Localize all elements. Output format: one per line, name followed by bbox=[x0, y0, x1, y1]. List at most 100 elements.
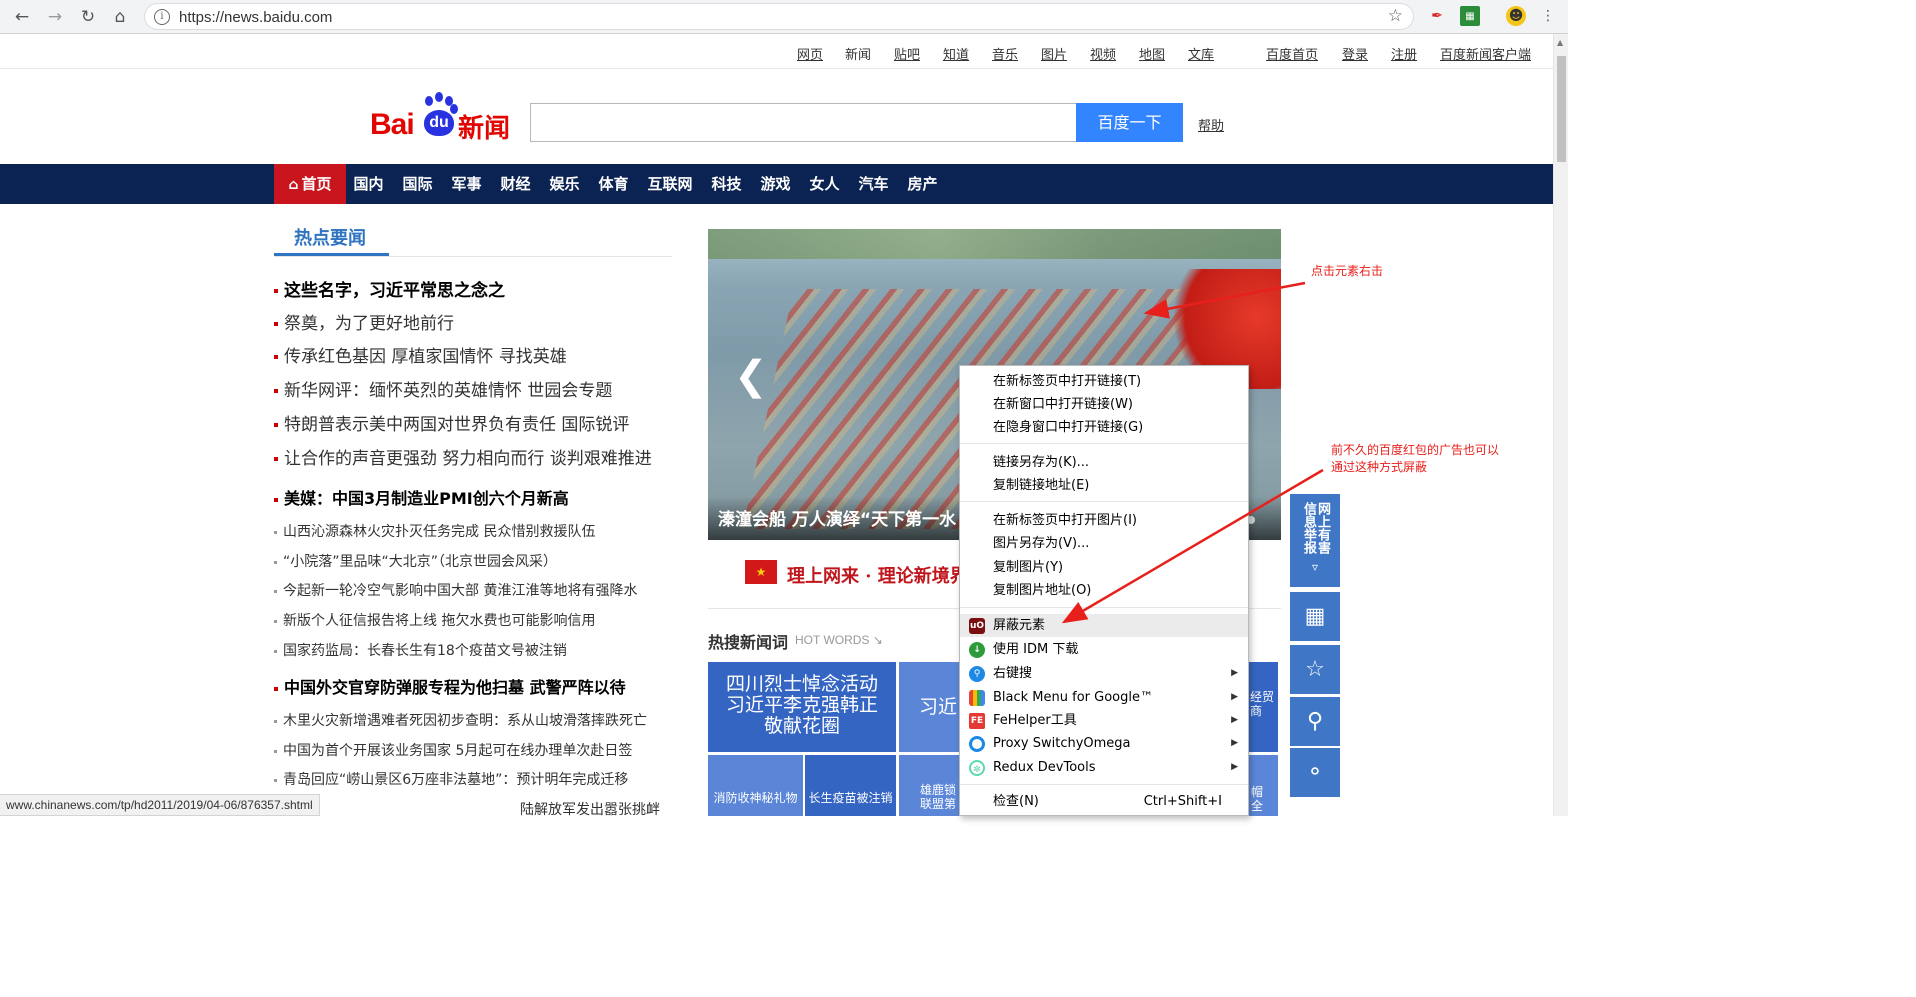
search-widget-button[interactable]: ⚲ bbox=[1290, 697, 1340, 746]
link-zhidao[interactable]: 知道 bbox=[943, 44, 969, 63]
carousel-caption[interactable]: 溱潼会船 万人演绎“天下第一水 bbox=[718, 505, 956, 530]
list-item-text[interactable]: 国家药监局：长春长生有18个疫苗文号被注销 bbox=[283, 643, 567, 659]
menu-item-proxy-switchyomega[interactable]: Proxy SwitchyOmega ▶ bbox=[960, 732, 1248, 755]
menu-item-open-incognito[interactable]: 在隐身窗口中打开链接(G) bbox=[960, 416, 1248, 439]
calendar-extension-icon[interactable]: ▦ bbox=[1460, 6, 1480, 26]
menu-item-idm-download[interactable]: ↓ 使用 IDM 下载 bbox=[960, 638, 1248, 661]
home-icon[interactable]: ⌂ bbox=[108, 5, 132, 29]
qr-code-button[interactable]: ▦ bbox=[1290, 592, 1340, 641]
link-music[interactable]: 音乐 bbox=[992, 44, 1018, 63]
link-baidu-home[interactable]: 百度首页 bbox=[1266, 44, 1318, 63]
menu-item-copy-image[interactable]: 复制图片(Y) bbox=[960, 556, 1248, 579]
menu-item-open-image-tab[interactable]: 在新标签页中打开图片(I) bbox=[960, 509, 1248, 532]
link-login[interactable]: 登录 bbox=[1342, 44, 1368, 63]
list-item[interactable]: 传承红色基因 厚植家国情怀 寻找英雄 bbox=[274, 342, 567, 367]
list-item-text[interactable]: 让合作的声音更强劲 努力相向而行 谈判艰难推进 bbox=[284, 449, 652, 469]
favorite-button[interactable]: ☆ bbox=[1290, 645, 1340, 694]
site-info-icon[interactable]: i bbox=[154, 9, 170, 25]
nav-item[interactable]: 国内 bbox=[346, 164, 391, 204]
list-item[interactable]: 特朗普表示美中两国对世界负有责任 国际锐评 bbox=[274, 410, 629, 435]
headline-text[interactable]: 中国外交官穿防弹服专程为他扫墓 武警严阵以待 bbox=[284, 678, 626, 697]
hot-word-tile[interactable]: 雄鹿锁 联盟第 bbox=[899, 755, 959, 816]
list-item[interactable]: 让合作的声音更强劲 努力相向而行 谈判艰难推进 bbox=[274, 444, 652, 469]
ticker-text[interactable]: 陆解放军发出嚣张挑衅 bbox=[520, 799, 660, 819]
list-item-text[interactable]: 青岛回应“崂山景区6万座非法墓地”：预计明年完成迁移 bbox=[283, 772, 628, 788]
menu-item-save-image[interactable]: 图片另存为(V)... bbox=[960, 532, 1248, 555]
scroll-up-icon[interactable]: ▲ bbox=[1557, 38, 1563, 47]
headline-text[interactable]: 这些名字，习近平常思之念之 bbox=[284, 281, 505, 301]
list-item-text[interactable]: 特朗普表示美中两国对世界负有责任 国际锐评 bbox=[284, 415, 629, 435]
menu-item-redux-devtools[interactable]: ✼ Redux DevTools ▶ bbox=[960, 756, 1248, 779]
profile-avatar-icon[interactable]: ☻ bbox=[1506, 6, 1526, 26]
scroll-thumb[interactable] bbox=[1557, 56, 1566, 162]
nav-item[interactable]: 互联网 bbox=[640, 164, 700, 204]
menu-item-open-new-tab[interactable]: 在新标签页中打开链接(T) bbox=[960, 370, 1248, 393]
forward-icon[interactable]: → bbox=[43, 5, 67, 29]
help-widget-button[interactable]: ⚬ bbox=[1290, 748, 1340, 797]
report-widget[interactable]: 网上有害信息举报 ▿ bbox=[1290, 494, 1340, 587]
list-item[interactable]: 青岛回应“崂山景区6万座非法墓地”：预计明年完成迁移 bbox=[274, 769, 628, 789]
list-item[interactable]: 今起新一轮冷空气影响中国大部 黄淮江淮等地将有强降水 bbox=[274, 580, 637, 600]
banner-text[interactable]: 理上网来 · 理论新境界 bbox=[787, 562, 968, 588]
nav-item[interactable]: 国际 bbox=[395, 164, 440, 204]
headline[interactable]: 美媒：中国3月制造业PMI创六个月新高 bbox=[274, 485, 569, 509]
menu-item-inspect[interactable]: 检查(N) Ctrl+Shift+I bbox=[960, 790, 1248, 813]
nav-item[interactable]: 科技 bbox=[704, 164, 749, 204]
headline[interactable]: 中国外交官穿防弹服专程为他扫墓 武警严阵以待 bbox=[274, 674, 626, 698]
list-item-text[interactable]: 传承红色基因 厚植家国情怀 寻找英雄 bbox=[284, 347, 567, 367]
menu-item-save-link[interactable]: 链接另存为(K)... bbox=[960, 451, 1248, 474]
list-item[interactable]: 中国为首个开展该业务国家 5月起可在线办理单次赴日签 bbox=[274, 740, 632, 760]
list-item[interactable]: 山西沁源森林火灾扑灭任务完成 民众惜别救援队伍 bbox=[274, 521, 595, 541]
back-icon[interactable]: ← bbox=[10, 5, 34, 29]
menu-item-copy-image-address[interactable]: 复制图片地址(O) bbox=[960, 579, 1248, 602]
nav-item[interactable]: 女人 bbox=[802, 164, 847, 204]
link-video[interactable]: 视频 bbox=[1090, 44, 1116, 63]
help-link[interactable]: 帮助 bbox=[1198, 115, 1224, 134]
list-item[interactable]: 新华网评：缅怀英烈的英雄情怀 世园会专题 bbox=[274, 376, 612, 401]
address-bar[interactable]: i https://news.baidu.com ☆ bbox=[144, 3, 1414, 30]
list-item[interactable]: “小院落”里品味“大北京”（北京世园会风采） bbox=[274, 551, 557, 571]
nav-item[interactable]: 房产 bbox=[900, 164, 945, 204]
nav-item[interactable]: 游戏 bbox=[753, 164, 798, 204]
hot-word-tile[interactable]: 长生疫苗被注销 bbox=[805, 755, 896, 816]
baidu-news-logo[interactable]: Bai du 新闻 bbox=[370, 92, 512, 144]
menu-item-copy-link[interactable]: 复制链接地址(E) bbox=[960, 474, 1248, 497]
link-webpage[interactable]: 网页 bbox=[797, 44, 823, 63]
page-scrollbar[interactable]: ▲ bbox=[1553, 34, 1568, 816]
menu-item-fehelper[interactable]: FE FeHelper工具 ▶ bbox=[960, 709, 1248, 732]
link-tieba[interactable]: 贴吧 bbox=[894, 44, 920, 63]
pen-extension-icon[interactable]: ✒ bbox=[1427, 6, 1447, 26]
list-item-text[interactable]: 木里火灾新增遇难者死因初步查明：系从山坡滑落摔跌死亡 bbox=[283, 713, 647, 729]
list-item-text[interactable]: 山西沁源森林火灾扑灭任务完成 民众惜别救援队伍 bbox=[283, 524, 595, 540]
list-item[interactable]: 木里火灾新增遇难者死因初步查明：系从山坡滑落摔跌死亡 bbox=[274, 710, 647, 730]
menu-item-right-search[interactable]: ⚲ 右键搜 ▶ bbox=[960, 662, 1248, 685]
list-item[interactable]: 祭奠，为了更好地前行 bbox=[274, 309, 454, 334]
search-button[interactable]: 百度一下 bbox=[1076, 103, 1183, 142]
list-item-text[interactable]: 新版个人征信报告将上线 拖欠水费也可能影响信用 bbox=[283, 613, 595, 629]
menu-item-black-menu[interactable]: Black Menu for Google™ ▶ bbox=[960, 686, 1248, 709]
list-item-text[interactable]: “小院落”里品味“大北京”（北京世园会风采） bbox=[283, 554, 557, 570]
menu-dots-icon[interactable]: ⋮ bbox=[1538, 6, 1558, 26]
list-item[interactable]: 新版个人征信报告将上线 拖欠水费也可能影响信用 bbox=[274, 610, 595, 630]
hot-word-tile[interactable]: 经贸 商 bbox=[1249, 662, 1278, 752]
list-item-text[interactable]: 祭奠，为了更好地前行 bbox=[284, 314, 454, 334]
nav-item[interactable]: 军事 bbox=[444, 164, 489, 204]
nav-item[interactable]: 体育 bbox=[591, 164, 636, 204]
list-item-text[interactable]: 中国为首个开展该业务国家 5月起可在线办理单次赴日签 bbox=[283, 743, 632, 759]
menu-item-block-element[interactable]: uO 屏蔽元素 bbox=[960, 614, 1248, 637]
url-text[interactable]: https://news.baidu.com bbox=[179, 9, 332, 26]
nav-item[interactable]: 娱乐 bbox=[542, 164, 587, 204]
list-item-text[interactable]: 新华网评：缅怀英烈的英雄情怀 世园会专题 bbox=[284, 381, 612, 401]
nav-home[interactable]: ⌂ 首页 bbox=[274, 164, 346, 204]
list-item-text[interactable]: 今起新一轮冷空气影响中国大部 黄淮江淮等地将有强降水 bbox=[283, 583, 637, 599]
search-input[interactable] bbox=[530, 103, 1077, 142]
hot-word-tile[interactable]: 帽 全 bbox=[1249, 755, 1278, 816]
nav-item[interactable]: 汽车 bbox=[851, 164, 896, 204]
hot-word-tile[interactable]: 四川烈士悼念活动 习近平李克强韩正 敬献花圈 bbox=[708, 662, 896, 752]
bookmark-star-icon[interactable]: ☆ bbox=[1388, 6, 1403, 26]
link-register[interactable]: 注册 bbox=[1391, 44, 1417, 63]
hot-word-tile[interactable]: 消防收神秘礼物 bbox=[708, 755, 803, 816]
headline[interactable]: 这些名字，习近平常思之念之 bbox=[274, 276, 505, 301]
reload-icon[interactable]: ↻ bbox=[76, 5, 100, 29]
headline-text[interactable]: 美媒：中国3月制造业PMI创六个月新高 bbox=[284, 489, 569, 508]
